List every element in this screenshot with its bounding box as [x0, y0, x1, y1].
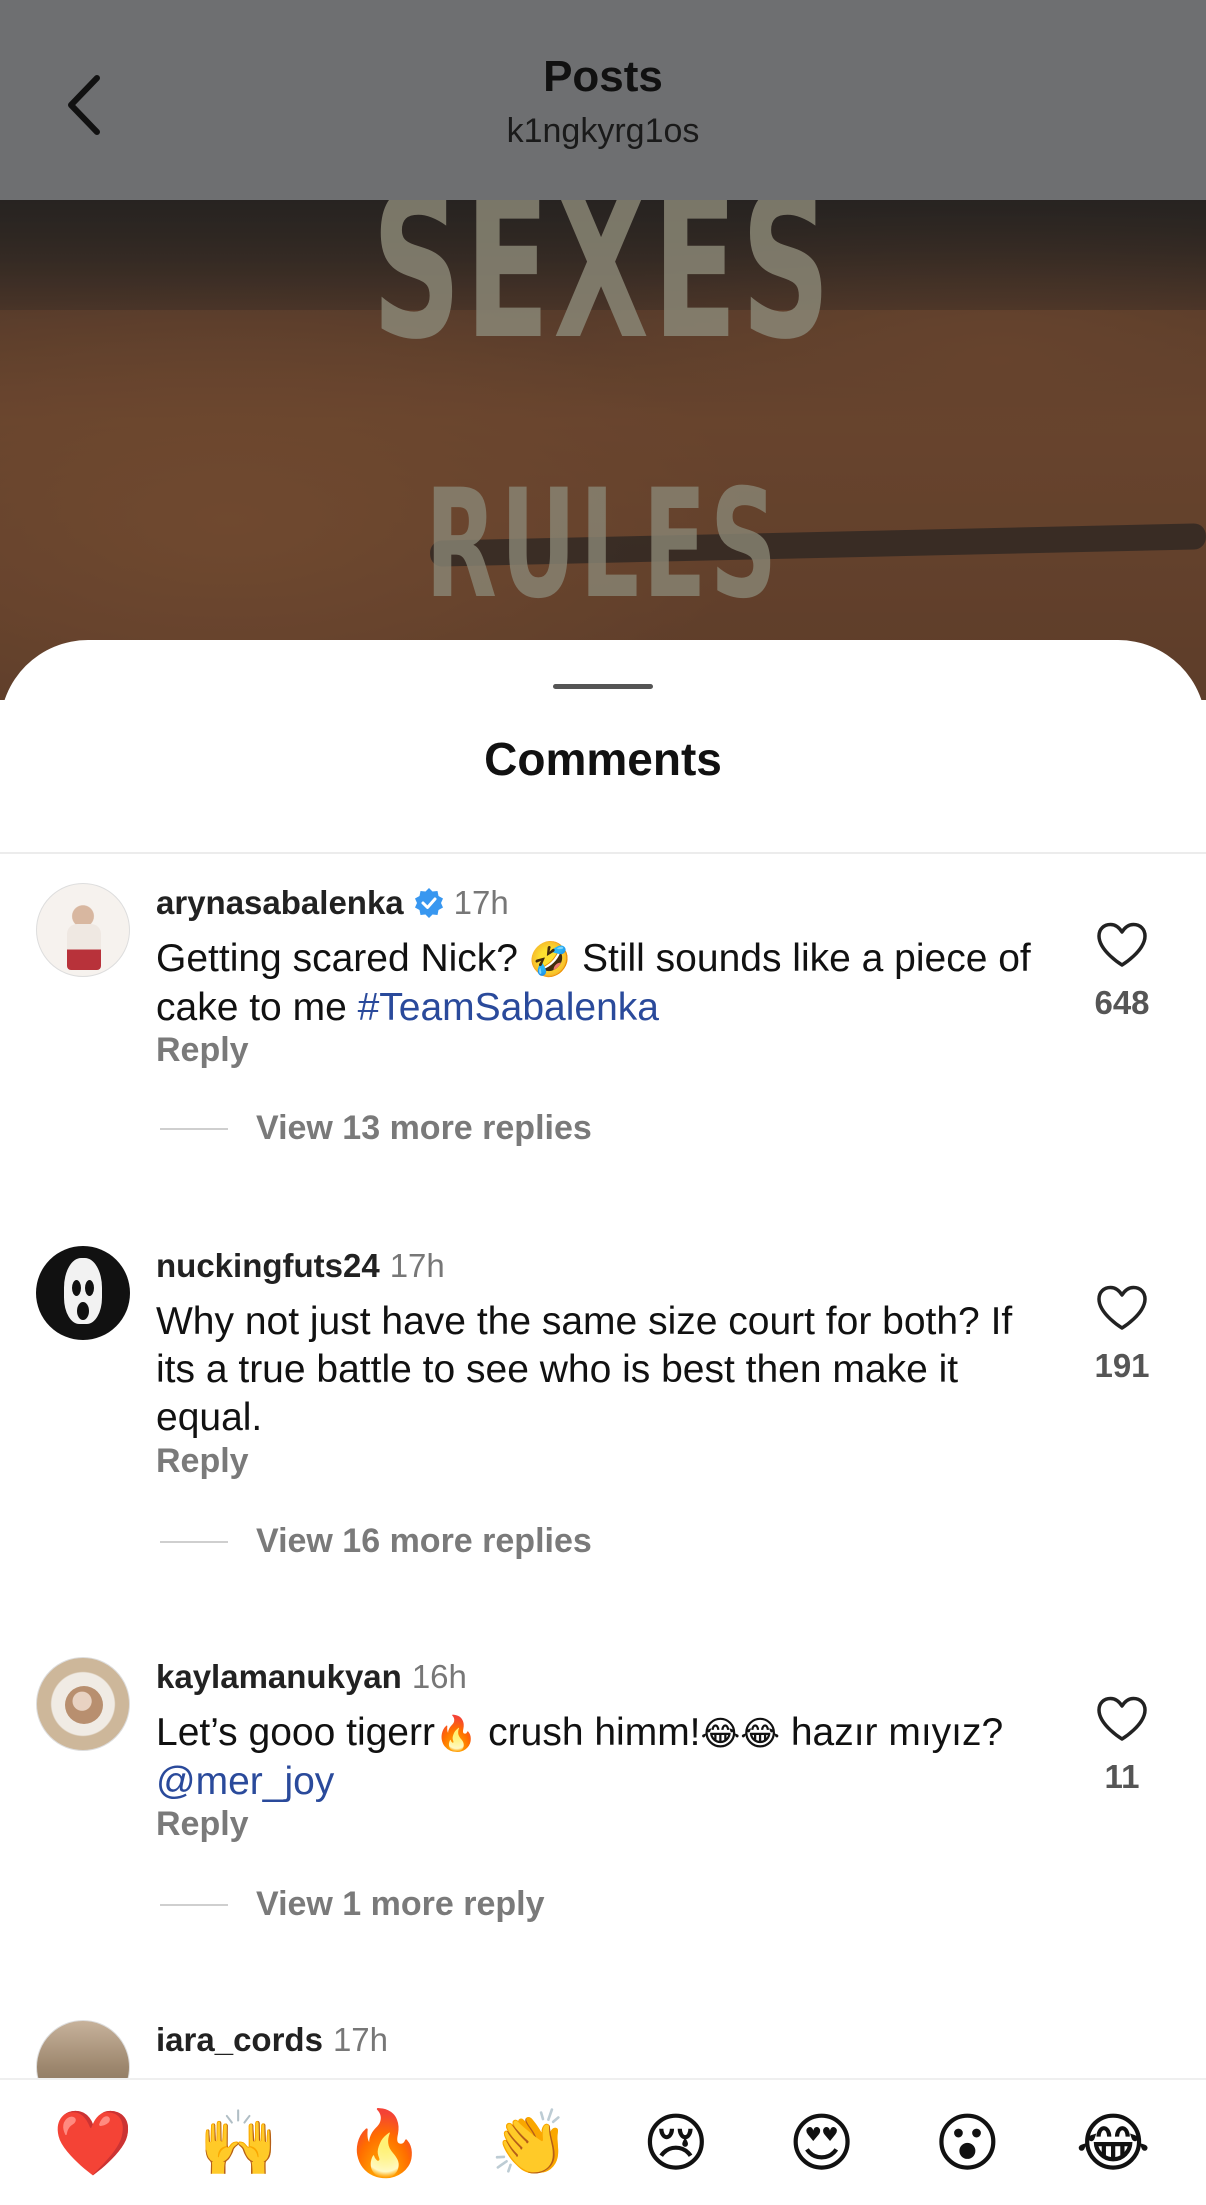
comment-time: 16h [411, 1658, 467, 1695]
comment-text: Getting scared Nick? 🤣 Still sounds like… [156, 935, 1036, 1032]
comment-text-part: crush himm! [477, 1711, 701, 1754]
comment-time: 17h [332, 2021, 388, 2058]
mention-link[interactable]: @mer_joy [156, 1760, 334, 1803]
replies-divider-line [160, 1903, 228, 1906]
avatar[interactable] [36, 1246, 130, 1340]
page-subtitle-username[interactable]: k1ngkyrg1os [0, 112, 1206, 151]
heart-icon[interactable] [1095, 921, 1149, 969]
like-count: 648 [1094, 984, 1150, 1021]
page-title: Posts [543, 52, 663, 101]
red-heart-emoji-button[interactable]: ❤️ [45, 2103, 141, 2183]
view-replies-label: View 16 more replies [256, 1522, 592, 1560]
hashtag-link[interactable]: #TeamSabalenka [358, 986, 659, 1029]
view-replies-button[interactable]: View 13 more replies [160, 1109, 592, 1148]
comment-meta: iara_cords 17h [156, 2020, 388, 2060]
reply-button[interactable]: Reply [156, 1442, 249, 1481]
tears-of-joy-emoji-button[interactable]: 😂 [1065, 2103, 1161, 2183]
like-count: 11 [1104, 1758, 1140, 1795]
divider [0, 852, 1206, 854]
comment-text: Why not just have the same size court fo… [156, 1300, 1013, 1439]
comment-username[interactable]: iara_cords [156, 2021, 323, 2059]
comment-text-part: Let’s gooo tigerr [156, 1711, 435, 1754]
view-replies-label: View 1 more reply [256, 1885, 545, 1923]
comment-text: Let’s gooo tigerr🔥 crush himm!😂😂 hazır m… [156, 1709, 1036, 1806]
reply-button[interactable]: Reply [156, 1805, 249, 1844]
reply-button[interactable]: Reply [156, 1031, 249, 1070]
like-column: 191 [1080, 1246, 1164, 1385]
fire-emoji: 🔥 [434, 1715, 478, 1753]
comment-meta: kaylamanukyan 16h [156, 1657, 467, 1697]
avatar[interactable] [36, 1657, 130, 1751]
tears-of-joy-emoji: 😂😂 [700, 1715, 780, 1753]
crying-face-emoji-button[interactable]: 😢 [628, 2103, 724, 2183]
sheet-grab-handle[interactable] [553, 684, 653, 689]
view-replies-button[interactable]: View 1 more reply [160, 1885, 545, 1924]
view-replies-label: View 13 more replies [256, 1109, 592, 1147]
comment-username[interactable]: nuckingfuts24 [156, 1247, 380, 1285]
comments-title: Comments [484, 733, 722, 785]
quick-reaction-bar: ❤️ 🙌 🔥 👏 😢 😍 😮 😂 [0, 2078, 1206, 2205]
view-replies-button[interactable]: View 16 more replies [160, 1522, 592, 1561]
comment-meta: arynasabalenka 17h [156, 883, 509, 923]
comment-time: 17h [453, 884, 509, 921]
comment-username[interactable]: arynasabalenka [156, 884, 404, 922]
replies-divider-line [160, 1127, 228, 1130]
comments-sheet: Comments arynasabalenka 17h Getting scar… [0, 640, 1206, 2205]
top-header: Posts k1ngkyrg1os [0, 0, 1206, 200]
verified-badge-icon [414, 888, 443, 918]
comment-text-part: hazır mıyız? [779, 1711, 1004, 1754]
avatar[interactable] [36, 883, 130, 977]
surprised-face-emoji-button[interactable]: 😮 [919, 2103, 1015, 2183]
comment-meta: nuckingfuts24 17h [156, 1246, 445, 1286]
heart-icon[interactable] [1095, 1695, 1149, 1743]
comment-username[interactable]: kaylamanukyan [156, 1658, 402, 1696]
rolling-laughing-emoji: 🤣 [528, 941, 572, 979]
raising-hands-emoji-button[interactable]: 🙌 [191, 2103, 287, 2183]
clapping-hands-emoji-button[interactable]: 👏 [482, 2103, 578, 2183]
like-column: 11 [1080, 1657, 1164, 1796]
replies-divider-line [160, 1540, 228, 1543]
like-column: 648 [1080, 883, 1164, 1022]
heart-eyes-emoji-button[interactable]: 😍 [774, 2103, 870, 2183]
fire-emoji-button[interactable]: 🔥 [336, 2103, 432, 2183]
comment-text-part: Getting scared Nick? [156, 937, 529, 980]
ghost-mask-icon [64, 1258, 102, 1324]
like-count: 191 [1094, 1347, 1150, 1384]
heart-icon[interactable] [1095, 1284, 1149, 1332]
comment-time: 17h [389, 1247, 445, 1284]
